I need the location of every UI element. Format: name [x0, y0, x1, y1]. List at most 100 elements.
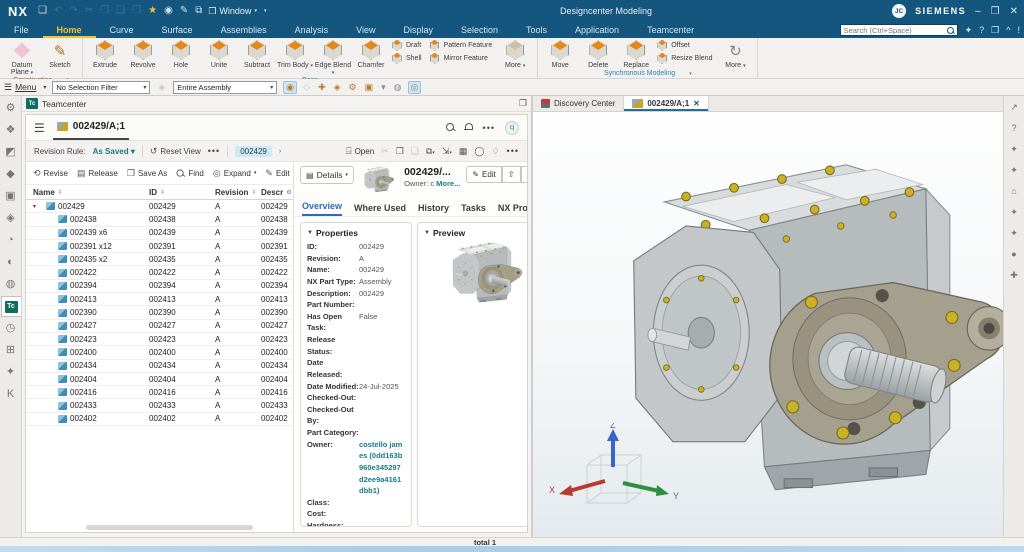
cut-icon[interactable]: ✂	[381, 146, 389, 157]
fullscreen-icon[interactable]: ❒	[991, 25, 999, 36]
panel-maximize-button[interactable]: ❐	[519, 98, 527, 109]
hamburger-menu-icon[interactable]: ☰	[34, 121, 45, 135]
microphone-icon[interactable]: ◉	[164, 6, 173, 16]
selection-scope-dropdown[interactable]: Entire Assembly▾	[173, 81, 277, 94]
tc-user-avatar[interactable]: cj	[505, 121, 519, 135]
close-button[interactable]: ✕	[1010, 6, 1018, 17]
subtract-button[interactable]: Subtract ▾	[238, 39, 276, 77]
close-tab-icon[interactable]: ✕	[693, 99, 700, 108]
alerts-icon[interactable]: !	[1017, 25, 1020, 36]
minimize-button[interactable]: –	[975, 6, 981, 17]
release-button[interactable]: ▤Release	[77, 168, 118, 179]
open-in-window-icon[interactable]: ⧉▾	[426, 146, 435, 157]
open-button[interactable]: ⍈Open	[346, 146, 374, 157]
table-row[interactable]: ▾002422 002422 A 002422	[26, 266, 293, 279]
table-row[interactable]: ▾002429 002429 A 002429	[26, 200, 293, 213]
details-tab[interactable]: NX Properties	[498, 203, 528, 216]
ribbon-tab[interactable]: Tools	[512, 22, 561, 38]
table-row[interactable]: ▾002423 002423 A 002423	[26, 333, 293, 346]
table-row[interactable]: ▾002433 002433 A 002433	[26, 399, 293, 412]
macro-icon[interactable]: K	[1, 384, 21, 405]
info-icon[interactable]: ◐	[1, 252, 21, 273]
cascade-windows-icon[interactable]: ⧉	[195, 6, 202, 16]
draft-button[interactable]: Draft	[390, 39, 426, 52]
delete-face-button[interactable]: Delete	[579, 39, 617, 69]
edit-button[interactable]: ✎Edit	[265, 168, 289, 179]
roller-icon[interactable]: ●	[1005, 245, 1023, 263]
revise-button[interactable]: ⟲Revise	[33, 168, 68, 179]
help-icon[interactable]: ?	[979, 25, 984, 36]
notifications-icon[interactable]	[465, 123, 473, 132]
column-header-revision[interactable]: Revision⇳	[215, 188, 261, 197]
column-header-name[interactable]: Name⇳	[33, 188, 149, 197]
table-row[interactable]: ▾002390 002390 A 002390	[26, 306, 293, 319]
hole-button[interactable]: Hole ▾	[162, 39, 200, 77]
table-row[interactable]: ▾002434 002434 A 002434	[26, 360, 293, 373]
ribbon-tab[interactable]: Analysis	[281, 22, 343, 38]
pan-icon[interactable]: ✚	[1005, 266, 1023, 284]
save-icon[interactable]: ❑	[38, 6, 47, 16]
mirror-feature-button[interactable]: Mirror Feature	[428, 52, 497, 65]
details-dropdown-button[interactable]: ▤Details▾	[300, 166, 354, 184]
selection-options-icon[interactable]: ⚙	[347, 82, 359, 93]
details-more-button[interactable]: •••	[521, 166, 528, 183]
table-row[interactable]: ▾002439 x6 002439 A 002439	[26, 227, 293, 240]
menu-button[interactable]: ☰Menu▾	[4, 82, 46, 93]
details-tab[interactable]: Where Used	[354, 203, 406, 216]
column-header-id[interactable]: ID⇳	[149, 188, 215, 197]
more-menu-icon[interactable]: •••	[483, 123, 495, 133]
ribbon-tab[interactable]: Application	[561, 22, 633, 38]
shaded-view-icon[interactable]: ◍	[392, 82, 404, 93]
owner-more-link[interactable]: More...	[436, 179, 460, 188]
graphics-tab[interactable]: Discovery Center ✕	[533, 96, 624, 111]
toolbar-more-icon[interactable]: •••	[208, 146, 220, 156]
settings-icon[interactable]: ⚙	[1, 98, 21, 119]
table-row[interactable]: ▾002391 x12 002391 A 002391	[26, 240, 293, 253]
favorites-icon[interactable]: ★	[148, 6, 157, 16]
user-avatar[interactable]: JC	[892, 4, 906, 18]
ribbon-tab[interactable]: Teamcenter	[633, 22, 708, 38]
constraint-navigator-icon[interactable]: ◩	[1, 142, 21, 163]
add-component-icon[interactable]: ▣	[363, 82, 376, 93]
replace-face-button[interactable]: Replace	[617, 39, 655, 69]
machinery-library-icon[interactable]: ⌂	[1005, 182, 1023, 200]
part-navigator-icon[interactable]: ◆	[1, 164, 21, 185]
visual-reports-icon[interactable]: ◔	[1, 230, 21, 251]
annotate-icon[interactable]: ✎	[180, 6, 188, 16]
pattern-feature-button[interactable]: Pattern Feature	[428, 39, 497, 52]
restore-button[interactable]: ❐	[991, 6, 1000, 17]
graphics-tab[interactable]: 002429/A;1 ✕	[624, 96, 709, 111]
offset-button[interactable]: Offset	[655, 39, 716, 52]
group-dialog-launcher[interactable]: ▾	[689, 71, 692, 77]
tag-icon[interactable]: ♢	[491, 146, 499, 157]
table-row[interactable]: ▾002427 002427 A 002427	[26, 320, 293, 333]
render-style-icon[interactable]: ◎	[408, 81, 422, 94]
paste-icon[interactable]: ❏	[411, 146, 419, 157]
shell-button[interactable]: Shell	[390, 52, 426, 65]
import-icon[interactable]: ⇲▾	[442, 146, 452, 157]
chamfer-button[interactable]: Chamfer ▾	[352, 39, 390, 77]
cut-icon[interactable]: ✂	[85, 6, 93, 16]
filter-icon[interactable]: ◈	[156, 82, 167, 93]
paste-icon[interactable]: ❏	[116, 6, 125, 16]
share-button[interactable]: ⇧	[502, 166, 521, 183]
edge-blend-button[interactable]: Edge Blend ▾	[314, 39, 352, 77]
column-header-desc[interactable]: Descr⚙	[261, 188, 293, 197]
base-more-button[interactable]: More ▾	[496, 39, 534, 69]
sync-more-button[interactable]: More ▾	[716, 39, 754, 69]
favorites-palette-icon[interactable]: ✦	[1005, 140, 1023, 158]
teamcenter-navigator-icon[interactable]: Tc	[1, 296, 21, 317]
unite-button[interactable]: Unite ▾	[200, 39, 238, 77]
ribbon-tab[interactable]: View	[342, 22, 389, 38]
clipboard-icon[interactable]: ❒	[132, 6, 141, 16]
expand-caret[interactable]: ▾	[33, 203, 40, 210]
help-icon[interactable]: ?	[1005, 119, 1023, 137]
selection-filter-dropdown[interactable]: No Selection Filter▾	[52, 81, 150, 94]
search-icon[interactable]	[947, 27, 954, 34]
expand-button[interactable]: ◎Expand▾	[213, 168, 257, 179]
table-row[interactable]: ▾002394 002394 A 002394	[26, 280, 293, 293]
snap-point-icon[interactable]: ◇	[301, 82, 312, 93]
ribbon-tab[interactable]: Curve	[96, 22, 148, 38]
ribbon-tab[interactable]: Assemblies	[207, 22, 281, 38]
toolbar-overflow-icon[interactable]: •••	[507, 146, 519, 156]
